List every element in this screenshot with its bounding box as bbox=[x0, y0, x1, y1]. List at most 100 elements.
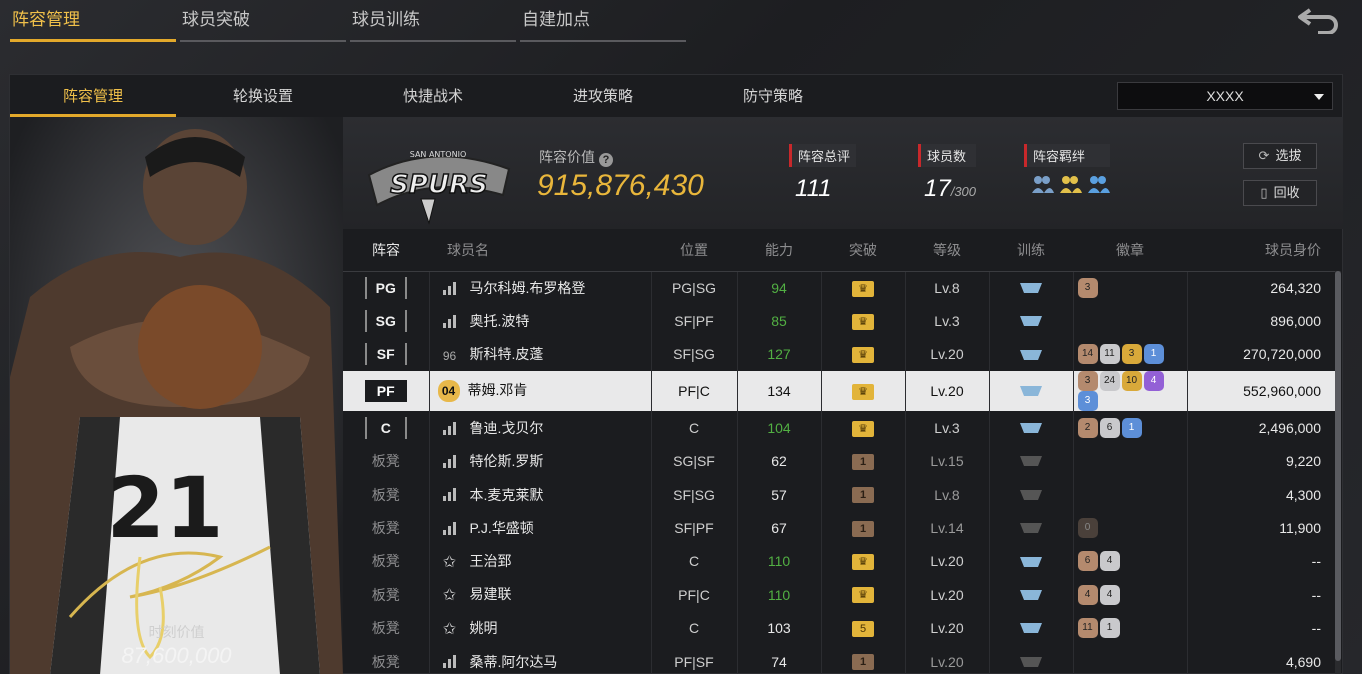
player-position: SF|PF bbox=[651, 304, 738, 338]
player-training[interactable] bbox=[989, 511, 1074, 545]
table-row[interactable]: 板凳 ✩ 姚明 C 103 5 Lv.20 11 1 -- bbox=[343, 611, 1335, 645]
lineup-value: 915,876,430 bbox=[537, 169, 704, 202]
training-icon[interactable] bbox=[1018, 382, 1044, 400]
badge-icon[interactable]: 0 bbox=[1077, 518, 1098, 539]
player-breakthrough[interactable]: 1 bbox=[821, 511, 906, 545]
player-training[interactable] bbox=[989, 411, 1074, 445]
help-icon[interactable]: ? bbox=[599, 153, 613, 167]
badge-icon[interactable]: 2 bbox=[1077, 417, 1098, 438]
badge-icon[interactable]: 4 bbox=[1099, 551, 1120, 572]
player-training[interactable] bbox=[989, 644, 1074, 674]
player-training[interactable] bbox=[989, 371, 1074, 412]
crown-icon: ♛ bbox=[852, 587, 874, 604]
top-tab-training[interactable]: 球员训练 bbox=[350, 0, 516, 42]
bond-group-icon[interactable] bbox=[1086, 173, 1110, 195]
tab-rotation-settings[interactable]: 轮换设置 bbox=[180, 75, 346, 117]
player-name: 王治郅 bbox=[469, 552, 512, 569]
training-icon[interactable] bbox=[1018, 619, 1044, 637]
table-row[interactable]: 板凳 特伦斯.罗斯 SG|SF 62 1 Lv.15 9,220 bbox=[343, 444, 1335, 478]
training-icon[interactable] bbox=[1018, 346, 1044, 364]
player-position: PG|SG bbox=[651, 271, 738, 305]
player-breakthrough[interactable]: ♛ bbox=[821, 271, 906, 305]
training-icon[interactable] bbox=[1018, 586, 1044, 604]
scrollbar[interactable] bbox=[1335, 271, 1341, 674]
player-breakthrough[interactable]: ♛ bbox=[821, 578, 906, 612]
training-icon[interactable] bbox=[1018, 553, 1044, 571]
table-row[interactable]: SG 奥托.波特 SF|PF 85 ♛ Lv.3 896,000 bbox=[343, 304, 1335, 338]
badge-icon[interactable]: 3 bbox=[1077, 277, 1098, 298]
player-breakthrough[interactable]: ♛ bbox=[821, 337, 906, 372]
player-ability: 94 bbox=[737, 271, 822, 305]
table-row[interactable]: 板凳 P.J.华盛顿 SF|PF 67 1 Lv.14 0 11,900 bbox=[343, 511, 1335, 545]
top-tab-lineup[interactable]: 阵容管理 bbox=[10, 0, 176, 42]
player-breakthrough[interactable]: ♛ bbox=[821, 304, 906, 338]
table-row[interactable]: 板凳 ✩ 易建联 PF|C 110 ♛ Lv.20 4 4 -- bbox=[343, 578, 1335, 612]
back-arrow-icon[interactable] bbox=[1296, 4, 1342, 34]
player-training[interactable] bbox=[989, 611, 1074, 645]
player-training[interactable] bbox=[989, 544, 1074, 579]
top-tab-breakthrough[interactable]: 球员突破 bbox=[180, 0, 346, 42]
bond-group-icon[interactable] bbox=[1058, 173, 1082, 195]
training-icon[interactable] bbox=[1018, 519, 1044, 537]
tab-offense-strategy[interactable]: 进攻策略 bbox=[520, 75, 686, 117]
badge-icon[interactable]: 6 bbox=[1099, 417, 1120, 438]
badge-icon[interactable]: 1 bbox=[1099, 618, 1120, 639]
training-icon[interactable] bbox=[1018, 486, 1044, 504]
training-icon[interactable] bbox=[1018, 312, 1044, 330]
badge-icon[interactable]: 1 bbox=[1143, 344, 1164, 365]
badge-icon[interactable]: 24 bbox=[1099, 371, 1120, 392]
player-portrait: 21 时刻价值 87,600,000 bbox=[10, 117, 343, 674]
player-training[interactable] bbox=[989, 578, 1074, 612]
player-breakthrough[interactable]: ♛ bbox=[821, 544, 906, 579]
badge-icon[interactable]: 3 bbox=[1077, 391, 1098, 412]
badge-icon[interactable]: 3 bbox=[1077, 371, 1098, 392]
table-row[interactable]: SF 96 斯科特.皮蓬 SF|SG 127 ♛ Lv.20 14 11 3 1 270,720,00… bbox=[343, 337, 1335, 372]
badge-icon[interactable]: 11 bbox=[1077, 618, 1098, 639]
lineup-slot: 板凳 bbox=[371, 453, 400, 470]
player-badges bbox=[1073, 644, 1188, 674]
player-training[interactable] bbox=[989, 477, 1074, 512]
scrollbar-thumb[interactable] bbox=[1335, 271, 1341, 661]
badge-icon[interactable]: 4 bbox=[1077, 584, 1098, 605]
table-row[interactable]: C 鲁迪.戈贝尔 C 104 ♛ Lv.3 2 6 1 2,496,000 bbox=[343, 411, 1335, 445]
lineup-select[interactable]: XXXX bbox=[1117, 82, 1333, 110]
bond-group-icon[interactable] bbox=[1030, 173, 1054, 195]
recycle-button[interactable]: ▯ 回收 bbox=[1243, 180, 1317, 206]
training-icon[interactable] bbox=[1018, 419, 1044, 437]
top-tab-custom-points[interactable]: 自建加点 bbox=[520, 0, 686, 42]
player-value: 4,690 bbox=[1285, 653, 1321, 670]
player-badges: 11 1 bbox=[1073, 611, 1188, 645]
tab-lineup-management[interactable]: 阵容管理 bbox=[10, 75, 176, 117]
tab-quick-tactics[interactable]: 快捷战术 bbox=[350, 75, 516, 117]
badge-icon[interactable]: 14 bbox=[1077, 344, 1098, 365]
table-row[interactable]: 板凳 ✩ 王治郅 C 110 ♛ Lv.20 6 4 -- bbox=[343, 544, 1335, 579]
player-training[interactable] bbox=[989, 304, 1074, 338]
player-breakthrough[interactable]: 1 bbox=[821, 644, 906, 674]
training-icon[interactable] bbox=[1018, 653, 1044, 671]
table-row[interactable]: PF 04 蒂姆.邓肯 PF|C 134 ♛ Lv.20 3 24 10 4 3 552,960,000 bbox=[343, 371, 1335, 412]
table-row[interactable]: 板凳 本.麦克莱默 SF|SG 57 1 Lv.8 4,300 bbox=[343, 477, 1335, 512]
badge-icon[interactable]: 1 bbox=[1121, 417, 1142, 438]
tab-defense-strategy[interactable]: 防守策略 bbox=[690, 75, 856, 117]
player-breakthrough[interactable]: ♛ bbox=[821, 371, 906, 412]
badge-icon[interactable]: 4 bbox=[1099, 584, 1120, 605]
player-training[interactable] bbox=[989, 271, 1074, 305]
player-breakthrough[interactable]: 1 bbox=[821, 444, 906, 478]
badge-icon[interactable]: 10 bbox=[1121, 371, 1142, 392]
scout-button[interactable]: ⟳ 选拔 bbox=[1243, 143, 1317, 169]
player-breakthrough[interactable]: 1 bbox=[821, 477, 906, 512]
player-training[interactable] bbox=[989, 444, 1074, 478]
player-name: P.J.华盛顿 bbox=[469, 520, 534, 537]
badge-icon[interactable]: 6 bbox=[1077, 551, 1098, 572]
badge-icon[interactable]: 11 bbox=[1099, 344, 1120, 365]
player-breakthrough[interactable]: ♛ bbox=[821, 411, 906, 445]
table-row[interactable]: 板凳 桑蒂.阿尔达马 PF|SF 74 1 Lv.20 4,690 bbox=[343, 644, 1335, 674]
player-breakthrough[interactable]: 5 bbox=[821, 611, 906, 645]
training-icon[interactable] bbox=[1018, 279, 1044, 297]
player-value: -- bbox=[1311, 553, 1321, 570]
badge-icon[interactable]: 4 bbox=[1143, 371, 1164, 392]
player-training[interactable] bbox=[989, 337, 1074, 372]
table-row[interactable]: PG 马尔科姆.布罗格登 PG|SG 94 ♛ Lv.8 3 264,320 bbox=[343, 271, 1335, 305]
training-icon[interactable] bbox=[1018, 452, 1044, 470]
badge-icon[interactable]: 3 bbox=[1121, 344, 1142, 365]
